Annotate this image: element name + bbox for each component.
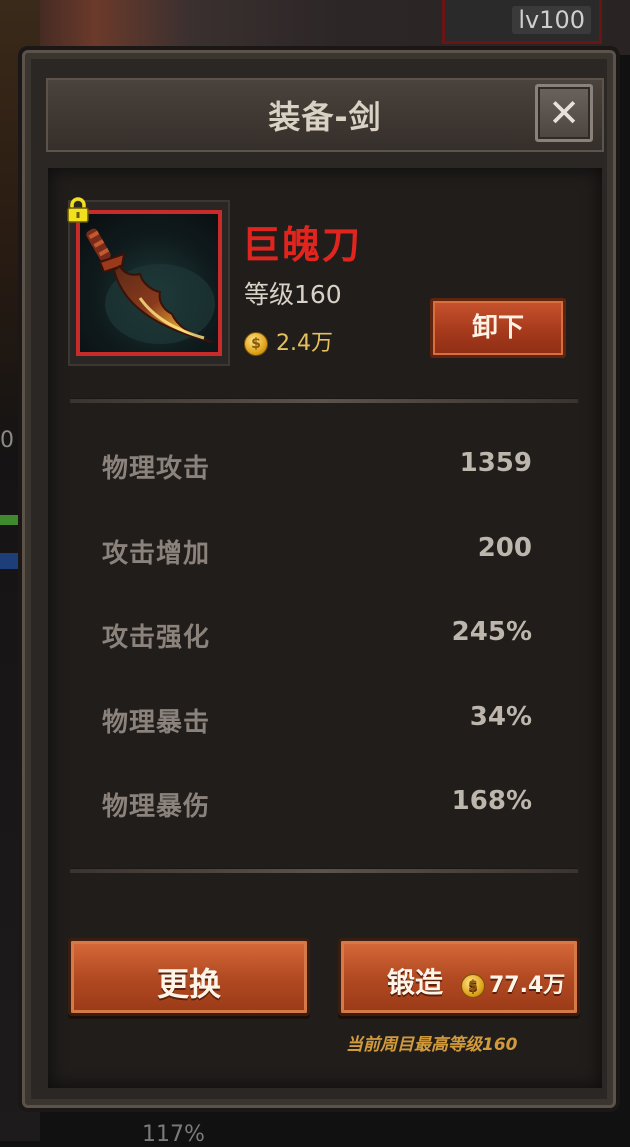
coin-icon: $ xyxy=(244,332,268,356)
forge-cost-value: 77.4万 xyxy=(489,973,566,998)
background-level-badge: lv100 xyxy=(442,0,602,44)
forge-button-label: 锻造 xyxy=(387,966,444,999)
stat-label: 攻击增加 xyxy=(102,539,211,569)
forge-button[interactable]: 锻造 $77.4万 xyxy=(338,938,580,1016)
stat-label: 物理暴伤 xyxy=(102,792,211,822)
stat-label: 物理暴击 xyxy=(102,708,211,738)
divider-top xyxy=(70,398,578,403)
item-icon-slot[interactable] xyxy=(76,210,222,356)
dialog-title: 装备-剑 xyxy=(268,98,382,136)
stat-value: 34% xyxy=(469,702,532,732)
close-button[interactable]: ✕ xyxy=(535,84,593,142)
item-level: 等级160 xyxy=(244,280,342,309)
blade-icon xyxy=(86,228,215,344)
background-level-text: lv100 xyxy=(512,6,591,34)
stat-label: 物理攻击 xyxy=(102,454,211,484)
background-bottom-text: 117% xyxy=(142,1122,205,1147)
lock-icon xyxy=(67,197,89,223)
close-icon: ✕ xyxy=(548,91,580,135)
coin-icon: $ xyxy=(461,974,485,998)
background-green-bar xyxy=(0,515,22,525)
replace-button-label: 更换 xyxy=(156,965,221,1003)
item-price-value: 2.4万 xyxy=(276,331,333,356)
unequip-button[interactable]: 卸下 xyxy=(430,298,566,358)
item-name: 巨魄刀 xyxy=(242,223,363,267)
stat-value: 245% xyxy=(451,617,532,647)
dialog-titlebar: 装备-剑 xyxy=(46,78,604,152)
background-side-number: 0 xyxy=(0,428,14,453)
max-level-hint: 当前周目最高等级160 xyxy=(346,1035,518,1055)
forge-cost: $77.4万 xyxy=(461,967,565,999)
divider-bottom xyxy=(70,868,578,873)
replace-button[interactable]: 更换 xyxy=(68,938,310,1016)
background-blue-bar xyxy=(0,553,22,569)
stat-value: 200 xyxy=(477,533,532,563)
item-price: $2.4万 xyxy=(244,325,333,357)
stat-value: 168% xyxy=(451,786,532,816)
stat-value: 1359 xyxy=(459,448,532,478)
stat-label: 攻击强化 xyxy=(102,623,211,653)
